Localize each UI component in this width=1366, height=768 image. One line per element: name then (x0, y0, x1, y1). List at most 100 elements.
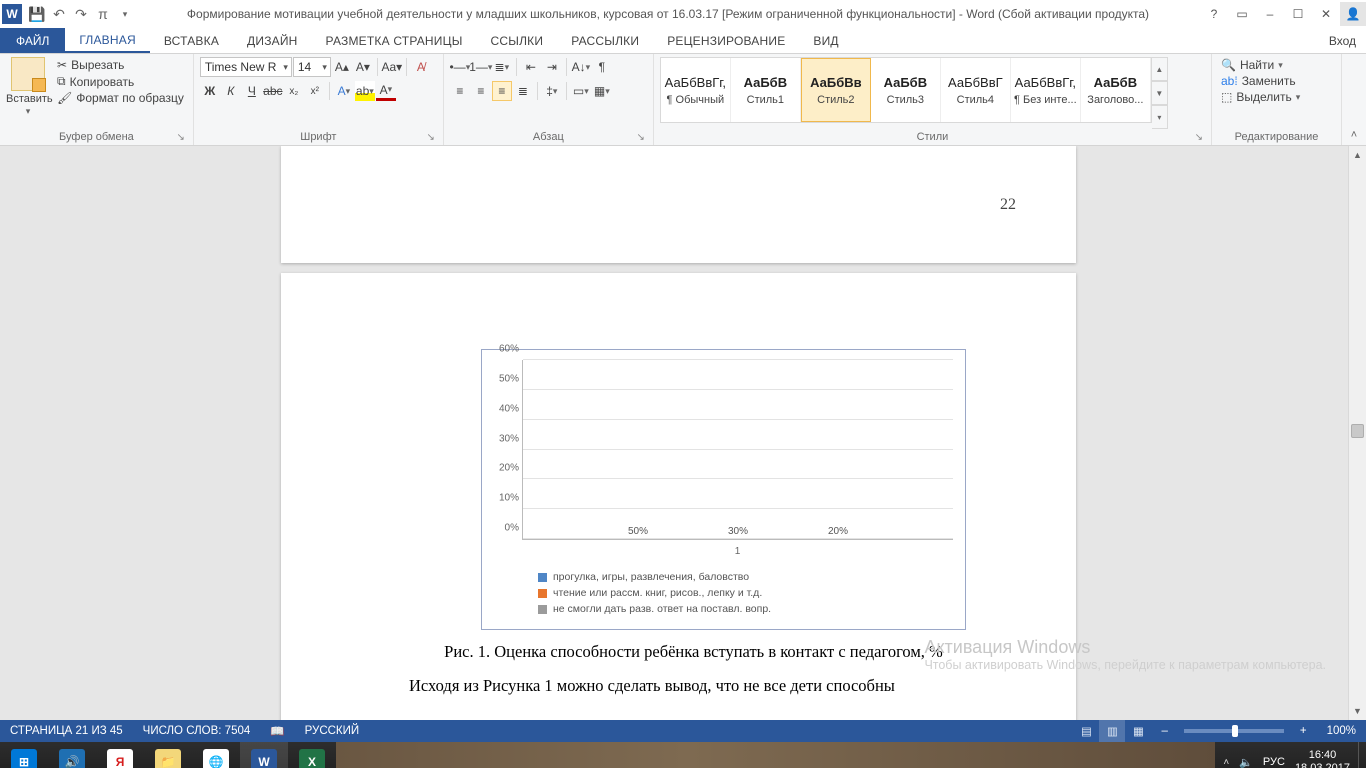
styles-gallery[interactable]: АаБбВвГг,¶ ОбычныйАаБбВСтиль1АаБбВвСтиль… (660, 57, 1152, 123)
underline-button[interactable]: Ч (242, 81, 262, 101)
tray-volume-icon[interactable]: 🔈 (1239, 756, 1253, 768)
style-Стиль4[interactable]: АаБбВвГСтиль4 (941, 58, 1011, 122)
document-area[interactable]: 22 0%10%20%30%40%50%60%50%30%20% 1 прогу… (0, 146, 1366, 720)
embedded-chart[interactable]: 0%10%20%30%40%50%60%50%30%20% 1 прогулка… (481, 349, 966, 630)
ribbon-display-options[interactable]: ▭ (1228, 2, 1256, 26)
status-language[interactable]: РУССКИЙ (295, 720, 370, 742)
find-button[interactable]: 🔍Найти (1218, 57, 1335, 73)
gallery-more-icon[interactable]: ▾ (1152, 105, 1168, 129)
format-painter-button[interactable]: 🖌Формат по образцу (54, 90, 187, 106)
font-launcher-icon[interactable]: ↘ (426, 132, 434, 143)
minimize-button[interactable]: – (1256, 2, 1284, 26)
gallery-up-icon[interactable]: ▲ (1152, 57, 1168, 81)
align-left-button[interactable]: ≡ (450, 81, 470, 101)
style-Заголово...[interactable]: АаБбВЗаголово... (1081, 58, 1151, 122)
task-word-icon[interactable]: W (240, 742, 288, 768)
tab-references[interactable]: ССЫЛКИ (477, 28, 558, 53)
select-button[interactable]: ⬚Выделить (1218, 89, 1335, 105)
style-Стиль2[interactable]: АаБбВвСтиль2 (801, 58, 871, 122)
view-print-layout-icon[interactable]: ▥ (1099, 720, 1125, 742)
status-page[interactable]: СТРАНИЦА 21 ИЗ 45 (0, 720, 133, 742)
show-marks-button[interactable]: ¶ (592, 57, 612, 77)
task-yandex-icon[interactable]: Я (96, 742, 144, 768)
vertical-scrollbar[interactable]: ▲ ▼ (1348, 146, 1366, 720)
paragraph-launcher-icon[interactable]: ↘ (636, 132, 644, 143)
show-desktop-button[interactable] (1358, 742, 1366, 768)
style-Стиль3[interactable]: АаБбВСтиль3 (871, 58, 941, 122)
qat-customize-dropdown[interactable] (114, 3, 136, 25)
sort-button[interactable]: A↓ (571, 57, 591, 77)
view-web-layout-icon[interactable]: ▦ (1125, 720, 1151, 742)
paste-button[interactable]: Вставить (6, 57, 50, 129)
italic-button[interactable]: К (221, 81, 241, 101)
justify-button[interactable]: ≣ (513, 81, 533, 101)
shrink-font-button[interactable]: A▾ (353, 57, 373, 77)
bold-button[interactable]: Ж (200, 81, 220, 101)
gallery-down-icon[interactable]: ▼ (1152, 81, 1168, 105)
bullets-button[interactable]: •― (450, 57, 470, 77)
task-explorer-icon[interactable]: 📁 (144, 742, 192, 768)
font-size-combo[interactable]: 14 (293, 57, 331, 77)
tab-insert[interactable]: ВСТАВКА (150, 28, 233, 53)
increase-indent-button[interactable]: ⇥ (542, 57, 562, 77)
tray-overflow-icon[interactable]: ˄ (1223, 757, 1229, 768)
line-spacing-button[interactable]: ‡ (542, 81, 562, 101)
styles-launcher-icon[interactable]: ↘ (1195, 132, 1203, 143)
tray-clock[interactable]: 16:40 18.03.2017 (1295, 749, 1350, 768)
view-read-mode-icon[interactable]: ▤ (1073, 720, 1099, 742)
task-excel-icon[interactable]: X (288, 742, 336, 768)
tab-view[interactable]: ВИД (799, 28, 852, 53)
style-Стиль1[interactable]: АаБбВСтиль1 (731, 58, 801, 122)
text-effects-button[interactable]: A (334, 81, 354, 101)
tab-home[interactable]: ГЛАВНАЯ (65, 28, 149, 53)
tab-file[interactable]: ФАЙЛ (0, 28, 65, 53)
sign-in-link[interactable]: Вход (1319, 28, 1366, 53)
zoom-out-button[interactable]: – (1151, 720, 1177, 742)
scroll-thumb[interactable] (1351, 424, 1364, 438)
maximize-button[interactable]: ☐ (1284, 2, 1312, 26)
task-sound-icon[interactable]: 🔊 (48, 742, 96, 768)
zoom-slider[interactable] (1184, 729, 1284, 733)
tab-layout[interactable]: РАЗМЕТКА СТРАНИЦЫ (312, 28, 477, 53)
clear-formatting-button[interactable]: A̸ (411, 57, 431, 77)
cut-button[interactable]: ✂Вырезать (54, 57, 187, 73)
system-tray[interactable]: ˄ 🔈 РУС 16:40 18.03.2017 (1215, 749, 1358, 768)
help-button[interactable]: ? (1200, 2, 1228, 26)
font-color-button[interactable]: A (376, 81, 396, 101)
align-right-button[interactable]: ≡ (492, 81, 512, 101)
collapse-ribbon-icon[interactable]: ˄ (1351, 129, 1357, 141)
font-name-combo[interactable]: Times New R (200, 57, 292, 77)
styles-gallery-scroller[interactable]: ▲ ▼ ▾ (1152, 57, 1168, 129)
tab-design[interactable]: ДИЗАЙН (233, 28, 312, 53)
clipboard-launcher-icon[interactable]: ↘ (176, 132, 184, 143)
zoom-level[interactable]: 100% (1317, 720, 1366, 742)
borders-button[interactable]: ▦ (592, 81, 612, 101)
grow-font-button[interactable]: A▴ (332, 57, 352, 77)
account-icon[interactable]: 👤 (1340, 2, 1366, 26)
status-proofing-icon[interactable]: 📖 (260, 720, 294, 742)
tab-review[interactable]: РЕЦЕНЗИРОВАНИЕ (653, 28, 799, 53)
tab-mailings[interactable]: РАССЫЛКИ (557, 28, 653, 53)
shading-button[interactable]: ▭ (571, 81, 591, 101)
style-¶ Без инте...[interactable]: АаБбВвГг,¶ Без инте... (1011, 58, 1081, 122)
change-case-button[interactable]: Aa▾ (382, 57, 402, 77)
superscript-button[interactable]: x² (305, 81, 325, 101)
qat-undo-icon[interactable]: ↶ (48, 3, 70, 25)
replace-button[interactable]: ab⁞Заменить (1218, 73, 1335, 89)
task-chrome-icon[interactable]: 🌐 (192, 742, 240, 768)
qat-save-icon[interactable]: 💾 (26, 3, 48, 25)
highlight-button[interactable]: ab (355, 81, 375, 101)
qat-redo-icon[interactable]: ↷ (70, 3, 92, 25)
align-center-button[interactable]: ≡ (471, 81, 491, 101)
qat-equation-icon[interactable]: π (92, 3, 114, 25)
subscript-button[interactable]: x₂ (284, 81, 304, 101)
numbering-button[interactable]: 1― (471, 57, 491, 77)
copy-button[interactable]: ⧉Копировать (54, 73, 187, 90)
multilevel-button[interactable]: ≣ (492, 57, 512, 77)
start-button[interactable]: ⊞ (0, 742, 48, 768)
tray-language[interactable]: РУС (1263, 756, 1285, 768)
scroll-down-icon[interactable]: ▼ (1349, 702, 1366, 720)
style-¶ Обычный[interactable]: АаБбВвГг,¶ Обычный (661, 58, 731, 122)
strikethrough-button[interactable]: abc (263, 81, 283, 101)
zoom-in-button[interactable]: + (1290, 720, 1317, 742)
